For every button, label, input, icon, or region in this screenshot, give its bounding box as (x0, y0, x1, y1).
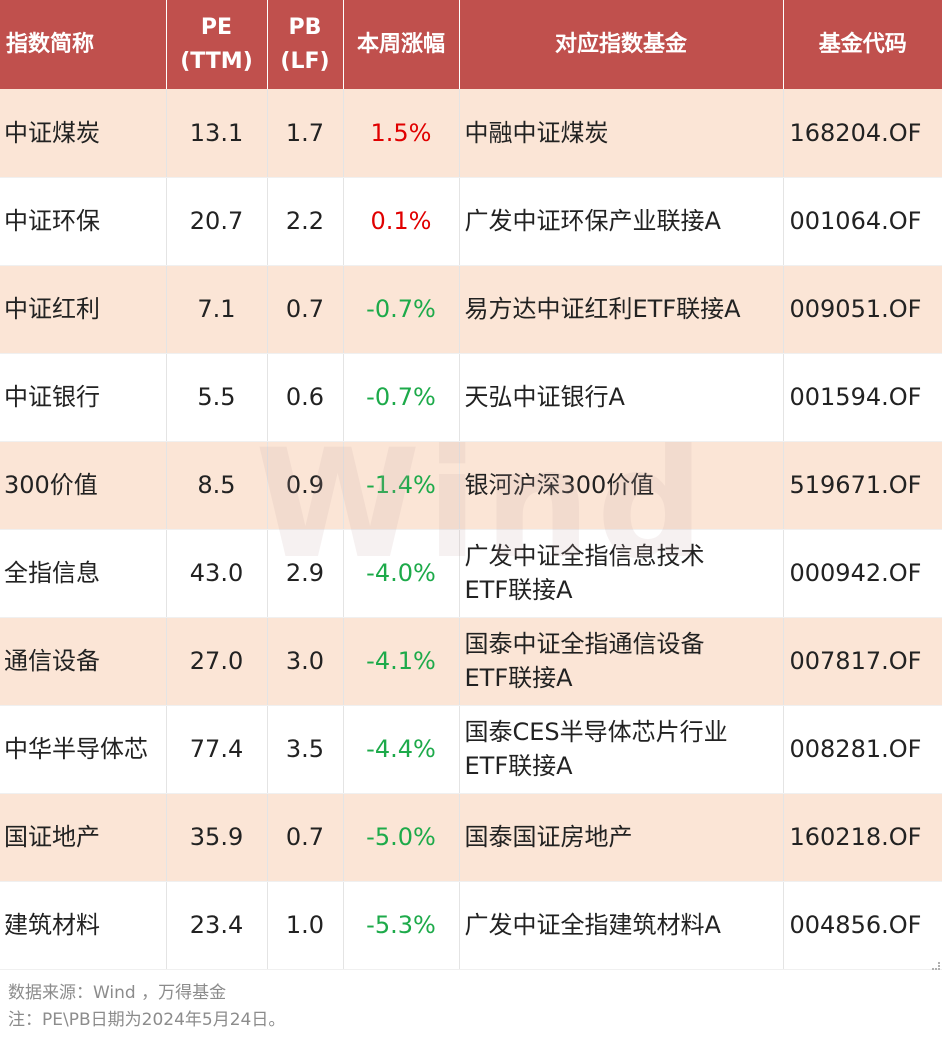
cell-pe: 27.0 (166, 617, 268, 706)
cell-pb: 2.2 (267, 177, 344, 266)
cell-fund-name: 广发中证全指建筑材料A (459, 881, 784, 970)
cell-pe: 5.5 (166, 353, 268, 442)
footer-source: 数据来源：Wind ，万得基金 (8, 983, 227, 1003)
fund-table-container: 指数简称 PE (TTM) PB (LF) 本周涨幅 对应指数基金 基金代码 中证煤… (0, 0, 942, 970)
cell-pe: 35.9 (166, 793, 268, 882)
fund-name-line1: 天弘中证银行A (464, 383, 625, 411)
header-pe: PE (TTM) (166, 0, 268, 89)
cell-index-name: 中证银行 (0, 353, 167, 442)
fund-name-line1: 中融中证煤炭 (464, 118, 609, 147)
cell-index-name: 300价值 (0, 441, 167, 530)
fund-name-line1: 国泰中证全指通信设备 (464, 630, 705, 658)
cell-pb: 0.7 (267, 793, 344, 882)
cell-pe: 23.4 (166, 881, 268, 970)
cell-pb: 2.9 (267, 529, 344, 618)
fund-name-line1: 国泰CES半导体芯片行业 (464, 718, 728, 746)
cell-index-name: 中华半导体芯 (0, 705, 167, 794)
cell-fund-code: 001064.OF (783, 177, 942, 266)
cell-index-name: 中证红利 (0, 265, 167, 354)
cell-index-name: 国证地产 (0, 793, 167, 882)
fund-name-line1: 银河沪深300价值 (464, 471, 655, 499)
table-row: 建筑材料 23.4 1.0 -5.3% 广发中证全指建筑材料A 004856.OF (0, 881, 942, 970)
cell-fund-name: 国泰国证房地产 (459, 793, 784, 882)
cell-weekly-change: -4.0% (343, 529, 460, 618)
fund-name-line1: 国泰国证房地产 (464, 823, 633, 851)
fund-name-line1: 易方达中证红利ETF联接A (464, 295, 741, 323)
cell-index-name: 全指信息 (0, 529, 167, 618)
table-row: 通信设备 27.0 3.0 -4.1% 国泰中证全指通信设备 ETF联接A 007817.O… (0, 617, 942, 706)
fund-name-line2: ETF联接A (464, 752, 573, 780)
cell-fund-code: 519671.OF (783, 441, 942, 530)
cell-pe: 8.5 (166, 441, 268, 530)
table-body: 中证煤炭 13.1 1.7 1.5% 中融中证煤炭 168204.OF 中证环保 20.7 2.… (0, 89, 942, 970)
cell-weekly-change: -4.4% (343, 705, 460, 794)
cell-weekly-change: -5.3% (343, 881, 460, 970)
fund-name-line1: 广发中证全指信息技术 (464, 542, 705, 570)
cell-pe: 77.4 (166, 705, 268, 794)
table-row: 国证地产 35.9 0.7 -5.0% 国泰国证房地产 160218.OF (0, 793, 942, 882)
fund-table: 指数简称 PE (TTM) PB (LF) 本周涨幅 对应指数基金 基金代码 中证煤… (0, 0, 942, 970)
table-header-row: 指数简称 PE (TTM) PB (LF) 本周涨幅 对应指数基金 基金代码 (0, 0, 942, 89)
cell-weekly-change: -0.7% (343, 353, 460, 442)
cell-weekly-change: 0.1% (343, 177, 460, 266)
table-row: 中证红利 7.1 0.7 -0.7% 易方达中证红利ETF联接A 009051.OF (0, 265, 942, 354)
footer-note: 注：PE\PB日期为2024年5月24日。 (8, 1010, 286, 1030)
cell-index-name: 中证煤炭 (0, 89, 167, 178)
cell-index-name: 建筑材料 (0, 881, 167, 970)
cell-pb: 1.7 (267, 89, 344, 178)
header-index-name: 指数简称 (0, 0, 167, 89)
cell-pe: 20.7 (166, 177, 268, 266)
cell-fund-name: 广发中证环保产业联接A (459, 177, 784, 266)
cell-fund-name: 天弘中证银行A (459, 353, 784, 442)
cell-pb: 0.7 (267, 265, 344, 354)
fund-name-line1: 广发中证全指建筑材料A (464, 911, 721, 939)
header-fund-code: 基金代码 (783, 0, 942, 89)
cell-fund-code: 160218.OF (783, 793, 942, 882)
table-row: 全指信息 43.0 2.9 -4.0% 广发中证全指信息技术 ETF联接A 000942.O… (0, 529, 942, 618)
cell-weekly-change: -0.7% (343, 265, 460, 354)
cell-fund-name: 中融中证煤炭 (459, 89, 784, 178)
footer: 数据来源：Wind ，万得基金 注：PE\PB日期为2024年5月24日。 (8, 980, 285, 1034)
cell-fund-code: 004856.OF (783, 881, 942, 970)
cell-weekly-change: 1.5% (343, 89, 460, 178)
cell-fund-name: 银河沪深300价值 (459, 441, 784, 530)
header-weekly-change: 本周涨幅 (343, 0, 460, 89)
cell-fund-code: 007817.OF (783, 617, 942, 706)
cell-index-name: 中证环保 (0, 177, 167, 266)
cell-pe: 7.1 (166, 265, 268, 354)
fund-name-line2: ETF联接A (464, 664, 573, 692)
cell-pb: 0.6 (267, 353, 344, 442)
cell-weekly-change: -1.4% (343, 441, 460, 530)
cell-pb: 0.9 (267, 441, 344, 530)
cell-weekly-change: -5.0% (343, 793, 460, 882)
table-row: 中华半导体芯 77.4 3.5 -4.4% 国泰CES半导体芯片行业 ETF联接A 0082… (0, 705, 942, 794)
cell-pb: 3.0 (267, 617, 344, 706)
cell-pb: 3.5 (267, 705, 344, 794)
cell-fund-name: 国泰CES半导体芯片行业 ETF联接A (459, 705, 784, 794)
cell-fund-code: 008281.OF (783, 705, 942, 794)
cell-fund-code: 000942.OF (783, 529, 942, 618)
cell-fund-name: 广发中证全指信息技术 ETF联接A (459, 529, 784, 618)
cell-weekly-change: -4.1% (343, 617, 460, 706)
header-pb: PB (LF) (267, 0, 344, 89)
cell-pb: 1.0 (267, 881, 344, 970)
table-row: 中证银行 5.5 0.6 -0.7% 天弘中证银行A 001594.OF (0, 353, 942, 442)
cell-fund-code: 009051.OF (783, 265, 942, 354)
fund-name-line2: ETF联接A (464, 576, 573, 604)
resize-handle-icon[interactable] (932, 962, 940, 970)
cell-fund-code: 168204.OF (783, 89, 942, 178)
table-row: 中证环保 20.7 2.2 0.1% 广发中证环保产业联接A 001064.OF (0, 177, 942, 266)
table-row: 中证煤炭 13.1 1.7 1.5% 中融中证煤炭 168204.OF (0, 89, 942, 178)
cell-fund-code: 001594.OF (783, 353, 942, 442)
header-fund-name: 对应指数基金 (459, 0, 784, 89)
cell-pe: 13.1 (166, 89, 268, 178)
cell-fund-name: 易方达中证红利ETF联接A (459, 265, 784, 354)
cell-pe: 43.0 (166, 529, 268, 618)
table-row: 300价值 8.5 0.9 -1.4% 银河沪深300价值 519671.OF (0, 441, 942, 530)
cell-index-name: 通信设备 (0, 617, 167, 706)
cell-fund-name: 国泰中证全指通信设备 ETF联接A (459, 617, 784, 706)
fund-name-line1: 广发中证环保产业联接A (464, 207, 721, 235)
